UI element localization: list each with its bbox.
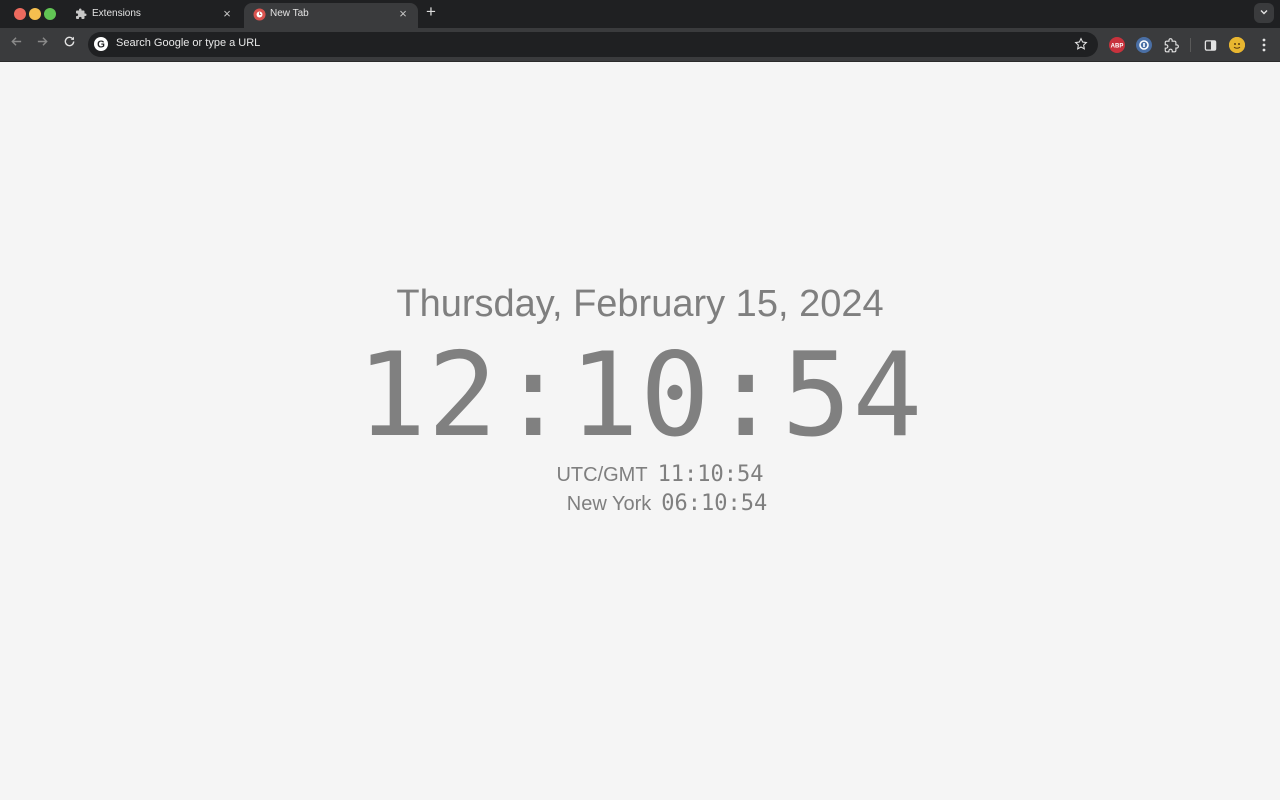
reload-icon — [63, 35, 76, 53]
tab-new-tab[interactable]: New Tab × — [244, 3, 418, 28]
chevron-down-icon — [1259, 4, 1269, 22]
timezone-row-new-york: New York 06:10:54 — [0, 491, 1280, 516]
adblock-plus-icon[interactable]: ABP — [1109, 37, 1125, 53]
new-tab-page: Thursday, February 15, 2024 12:10:54 UTC… — [0, 62, 1280, 800]
tab-close-icon[interactable]: × — [396, 7, 410, 21]
bookmark-star-icon[interactable] — [1074, 37, 1088, 51]
extensions-puzzle-icon[interactable] — [1163, 37, 1179, 53]
omnibox[interactable]: G Search Google or type a URL — [88, 32, 1098, 57]
omnibox-placeholder: Search Google or type a URL — [116, 37, 261, 49]
google-g-icon: G — [94, 37, 108, 51]
vpn-extension-icon[interactable] — [1136, 37, 1152, 53]
back-button[interactable] — [8, 36, 24, 52]
forward-button[interactable] — [34, 36, 50, 52]
arrow-left-icon — [10, 35, 23, 53]
timezone-label: New York — [566, 493, 652, 515]
profile-avatar-icon[interactable] — [1229, 37, 1245, 53]
puzzle-icon — [74, 7, 88, 21]
timezone-row-utc: UTC/GMT 11:10:54 — [0, 462, 1280, 487]
clock-display: 12:10:54 — [356, 328, 924, 463]
toolbar-separator — [1190, 38, 1191, 52]
arrow-right-icon — [36, 35, 49, 53]
browser-toolbar: G Search Google or type a URL ABP — [0, 28, 1280, 62]
tab-close-icon[interactable]: × — [220, 7, 234, 21]
tab-title: Extensions — [92, 8, 141, 19]
window-close-button[interactable] — [14, 8, 26, 20]
tab-extensions[interactable]: Extensions × — [66, 3, 242, 28]
clock-extension-icon — [252, 7, 266, 21]
tab-title: New Tab — [270, 8, 309, 19]
svg-text:G: G — [97, 40, 105, 51]
reload-button[interactable] — [61, 36, 77, 52]
timezone-time: 11:10:54 — [657, 462, 764, 487]
window-zoom-button[interactable] — [44, 8, 56, 20]
tab-strip: Extensions × New Tab × + — [0, 0, 1280, 28]
window-minimize-button[interactable] — [29, 8, 41, 20]
new-tab-button[interactable]: + — [423, 3, 439, 20]
abp-badge-text: ABP — [1111, 44, 1124, 50]
tab-search-button[interactable] — [1254, 3, 1274, 23]
side-panel-icon[interactable] — [1202, 37, 1218, 53]
chrome-menu-icon[interactable] — [1256, 37, 1272, 53]
timezone-label: UTC/GMT — [556, 464, 648, 486]
date-display: Thursday, February 15, 2024 — [396, 283, 884, 325]
timezone-time: 06:10:54 — [661, 491, 768, 516]
